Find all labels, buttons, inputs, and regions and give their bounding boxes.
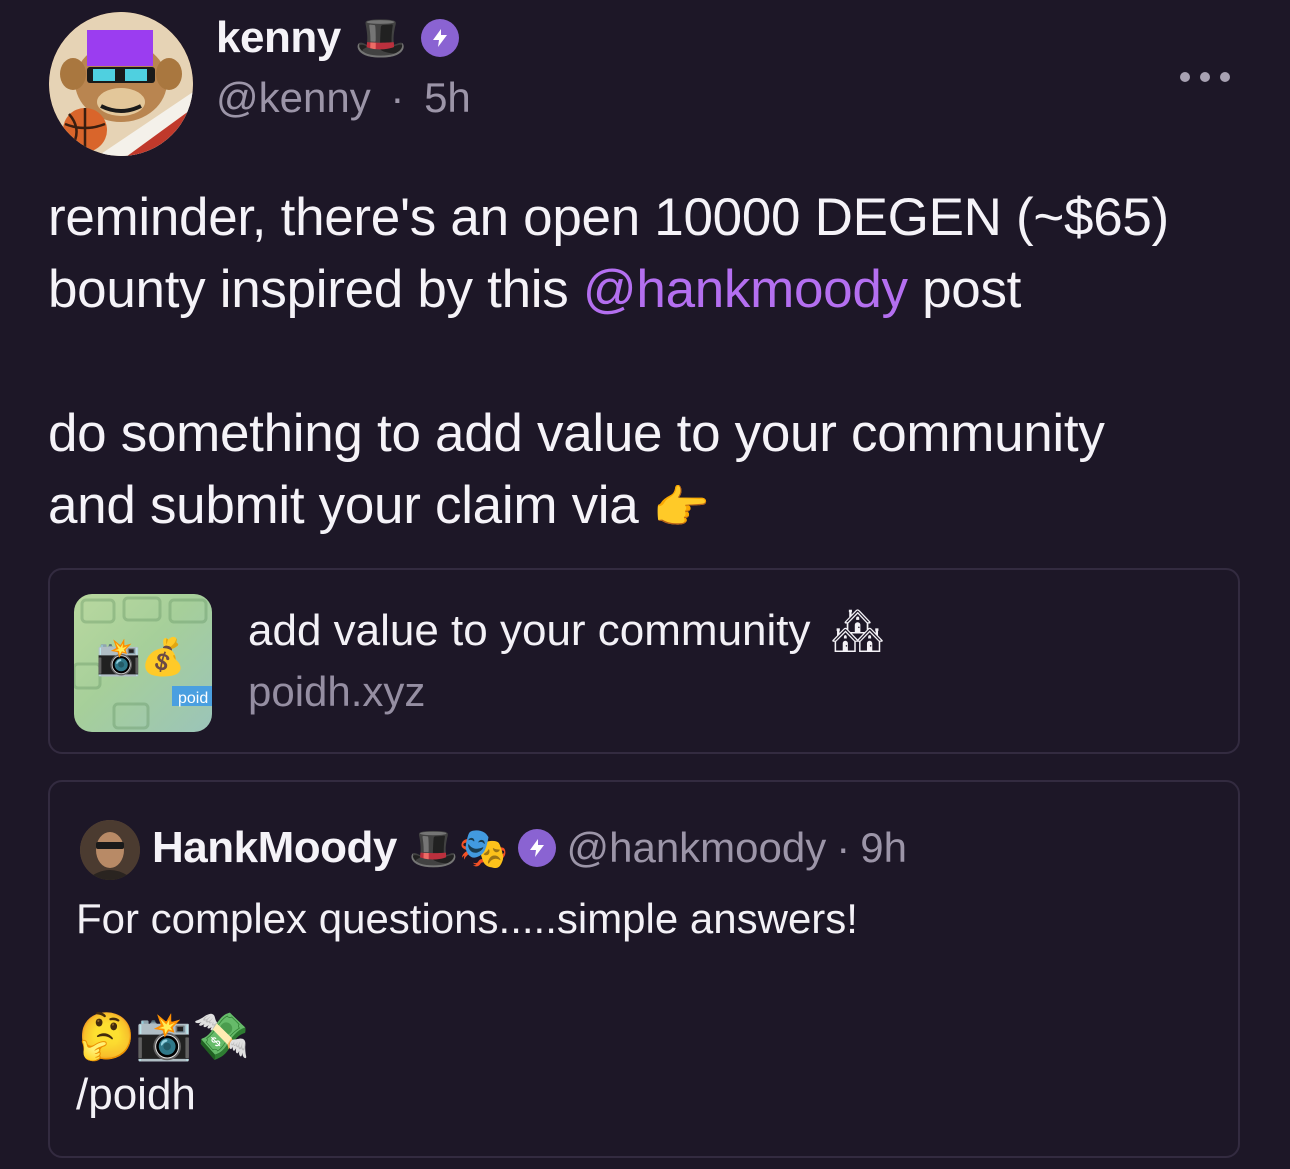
- quoted-emoji-line: 🤔📸💸: [78, 1006, 250, 1066]
- author-name-row: kenny 🎩: [216, 10, 459, 66]
- ellipsis-dot: [1200, 72, 1210, 82]
- quoted-name-emojis: 🎩🎭: [408, 825, 509, 872]
- quoted-cast-card[interactable]: HankMoody 🎩🎭 @hankmoody · 9h For complex…: [48, 780, 1240, 1158]
- author-handle[interactable]: @kenny: [216, 74, 371, 121]
- more-options-button[interactable]: [1180, 66, 1230, 88]
- quoted-emojis: 🤔📸💸: [78, 1008, 250, 1063]
- power-badge-icon: [518, 829, 557, 867]
- cast-post: kenny 🎩 @kenny · 5h reminder, there's an…: [0, 0, 1290, 1169]
- quoted-timestamp[interactable]: 9h: [860, 824, 907, 872]
- mention-link[interactable]: @hankmoody: [583, 260, 908, 319]
- pointing-hand-emoji: 👉: [652, 480, 710, 534]
- body-line-3: do something to add value to your commun…: [48, 404, 1105, 463]
- body-line-2-end: post: [907, 260, 1022, 319]
- quoted-display-name[interactable]: HankMoody: [152, 823, 397, 873]
- meta-separator: ·: [390, 74, 405, 121]
- body-line-4: and submit your claim via: [48, 476, 653, 535]
- author-display-name[interactable]: kenny: [216, 13, 341, 63]
- quoted-meta-separator: ·: [836, 824, 851, 871]
- body-line-1: reminder, there's an open 10000 DEGEN (~…: [48, 188, 1169, 247]
- post-body: reminder, there's an open 10000 DEGEN (~…: [48, 182, 1248, 543]
- thumbnail-label: poid: [178, 690, 209, 707]
- channel-command[interactable]: /poidh: [76, 1070, 196, 1120]
- quoted-handle[interactable]: @hankmoody: [566, 824, 826, 872]
- embed-domain: poidh.xyz: [248, 668, 426, 715]
- lightning-icon: [530, 839, 545, 857]
- houses-emoji: 🏘: [830, 606, 885, 655]
- quoted-author-row: HankMoody 🎩🎭 @hankmoody · 9h: [152, 818, 907, 878]
- top-hat-emoji: 🎩: [354, 13, 407, 62]
- avatar-illustration: [49, 12, 193, 156]
- body-line-2-start: bounty inspired by this: [48, 260, 583, 319]
- quoted-author-avatar[interactable]: [80, 820, 140, 880]
- embed-title-row: add value to your community 🏘: [248, 606, 884, 656]
- embed-title: add value to your community: [248, 606, 811, 655]
- quoted-text: For complex questions.....simple answers…: [76, 895, 858, 942]
- link-embed-card[interactable]: 📸💰 poid add value to your community 🏘 po…: [48, 568, 1240, 754]
- ellipsis-dot: [1220, 72, 1230, 82]
- thumbnail-emojis: 📸💰: [96, 637, 186, 678]
- power-badge-icon: [420, 19, 459, 57]
- author-meta: @kenny · 5h: [216, 74, 471, 122]
- lightning-icon: [432, 29, 447, 47]
- quoted-avatar-illustration: [80, 820, 140, 880]
- embed-thumbnail: 📸💰 poid: [74, 594, 212, 732]
- post-timestamp[interactable]: 5h: [424, 74, 471, 121]
- author-avatar[interactable]: [49, 12, 193, 156]
- ellipsis-dot: [1180, 72, 1190, 82]
